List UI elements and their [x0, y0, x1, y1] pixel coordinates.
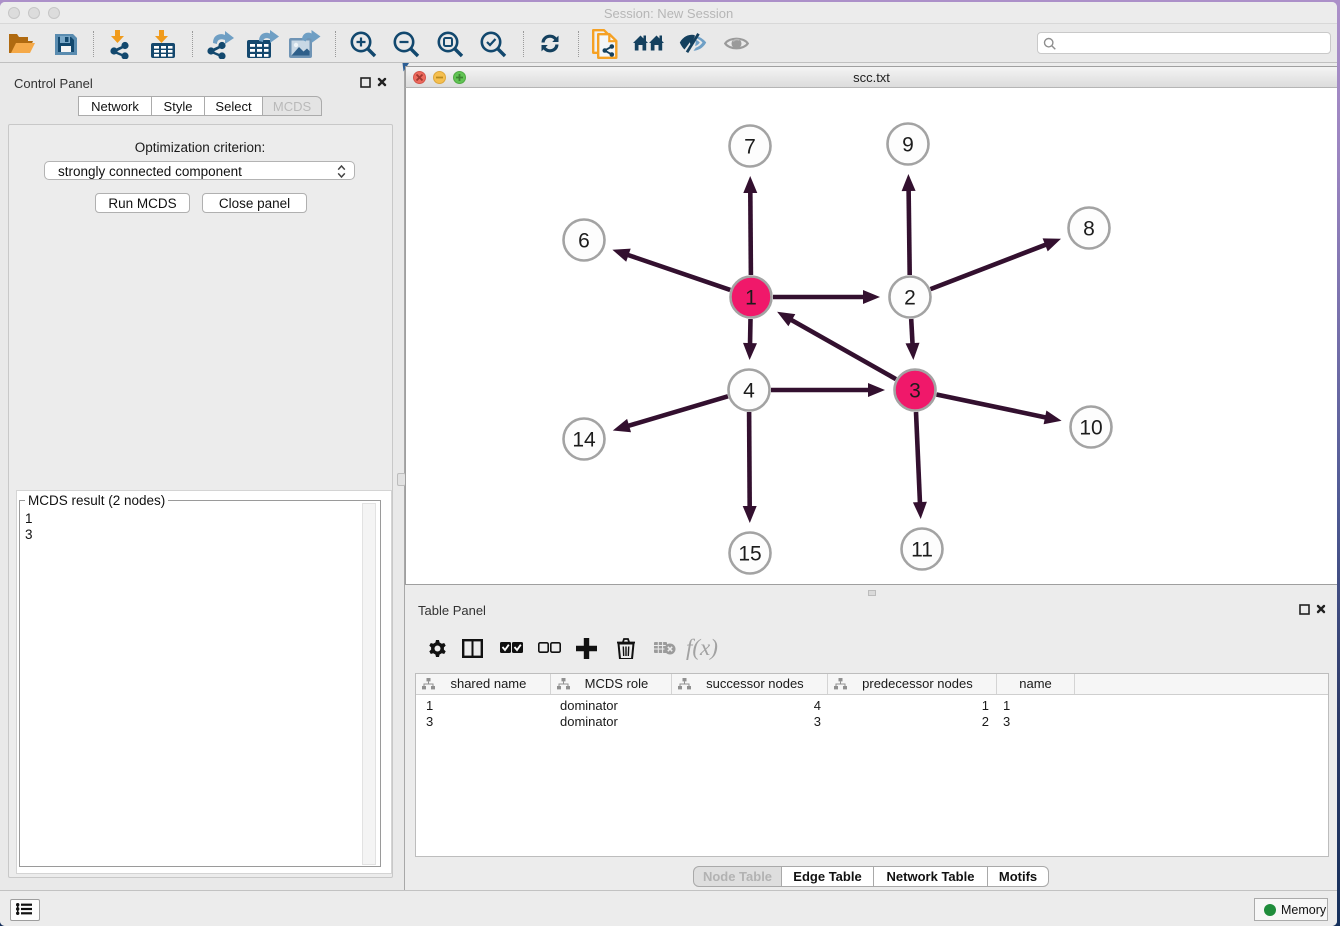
svg-text:1: 1 — [745, 287, 757, 310]
svg-text:9: 9 — [902, 134, 914, 157]
svg-text:7: 7 — [744, 136, 756, 159]
svg-text:11: 11 — [911, 539, 933, 562]
svg-text:3: 3 — [909, 380, 921, 403]
svg-text:4: 4 — [743, 380, 755, 403]
svg-text:14: 14 — [572, 429, 596, 452]
svg-text:2: 2 — [904, 287, 916, 310]
svg-text:10: 10 — [1079, 417, 1102, 440]
svg-text:15: 15 — [738, 543, 761, 566]
svg-text:6: 6 — [578, 230, 590, 253]
svg-text:8: 8 — [1083, 218, 1095, 241]
